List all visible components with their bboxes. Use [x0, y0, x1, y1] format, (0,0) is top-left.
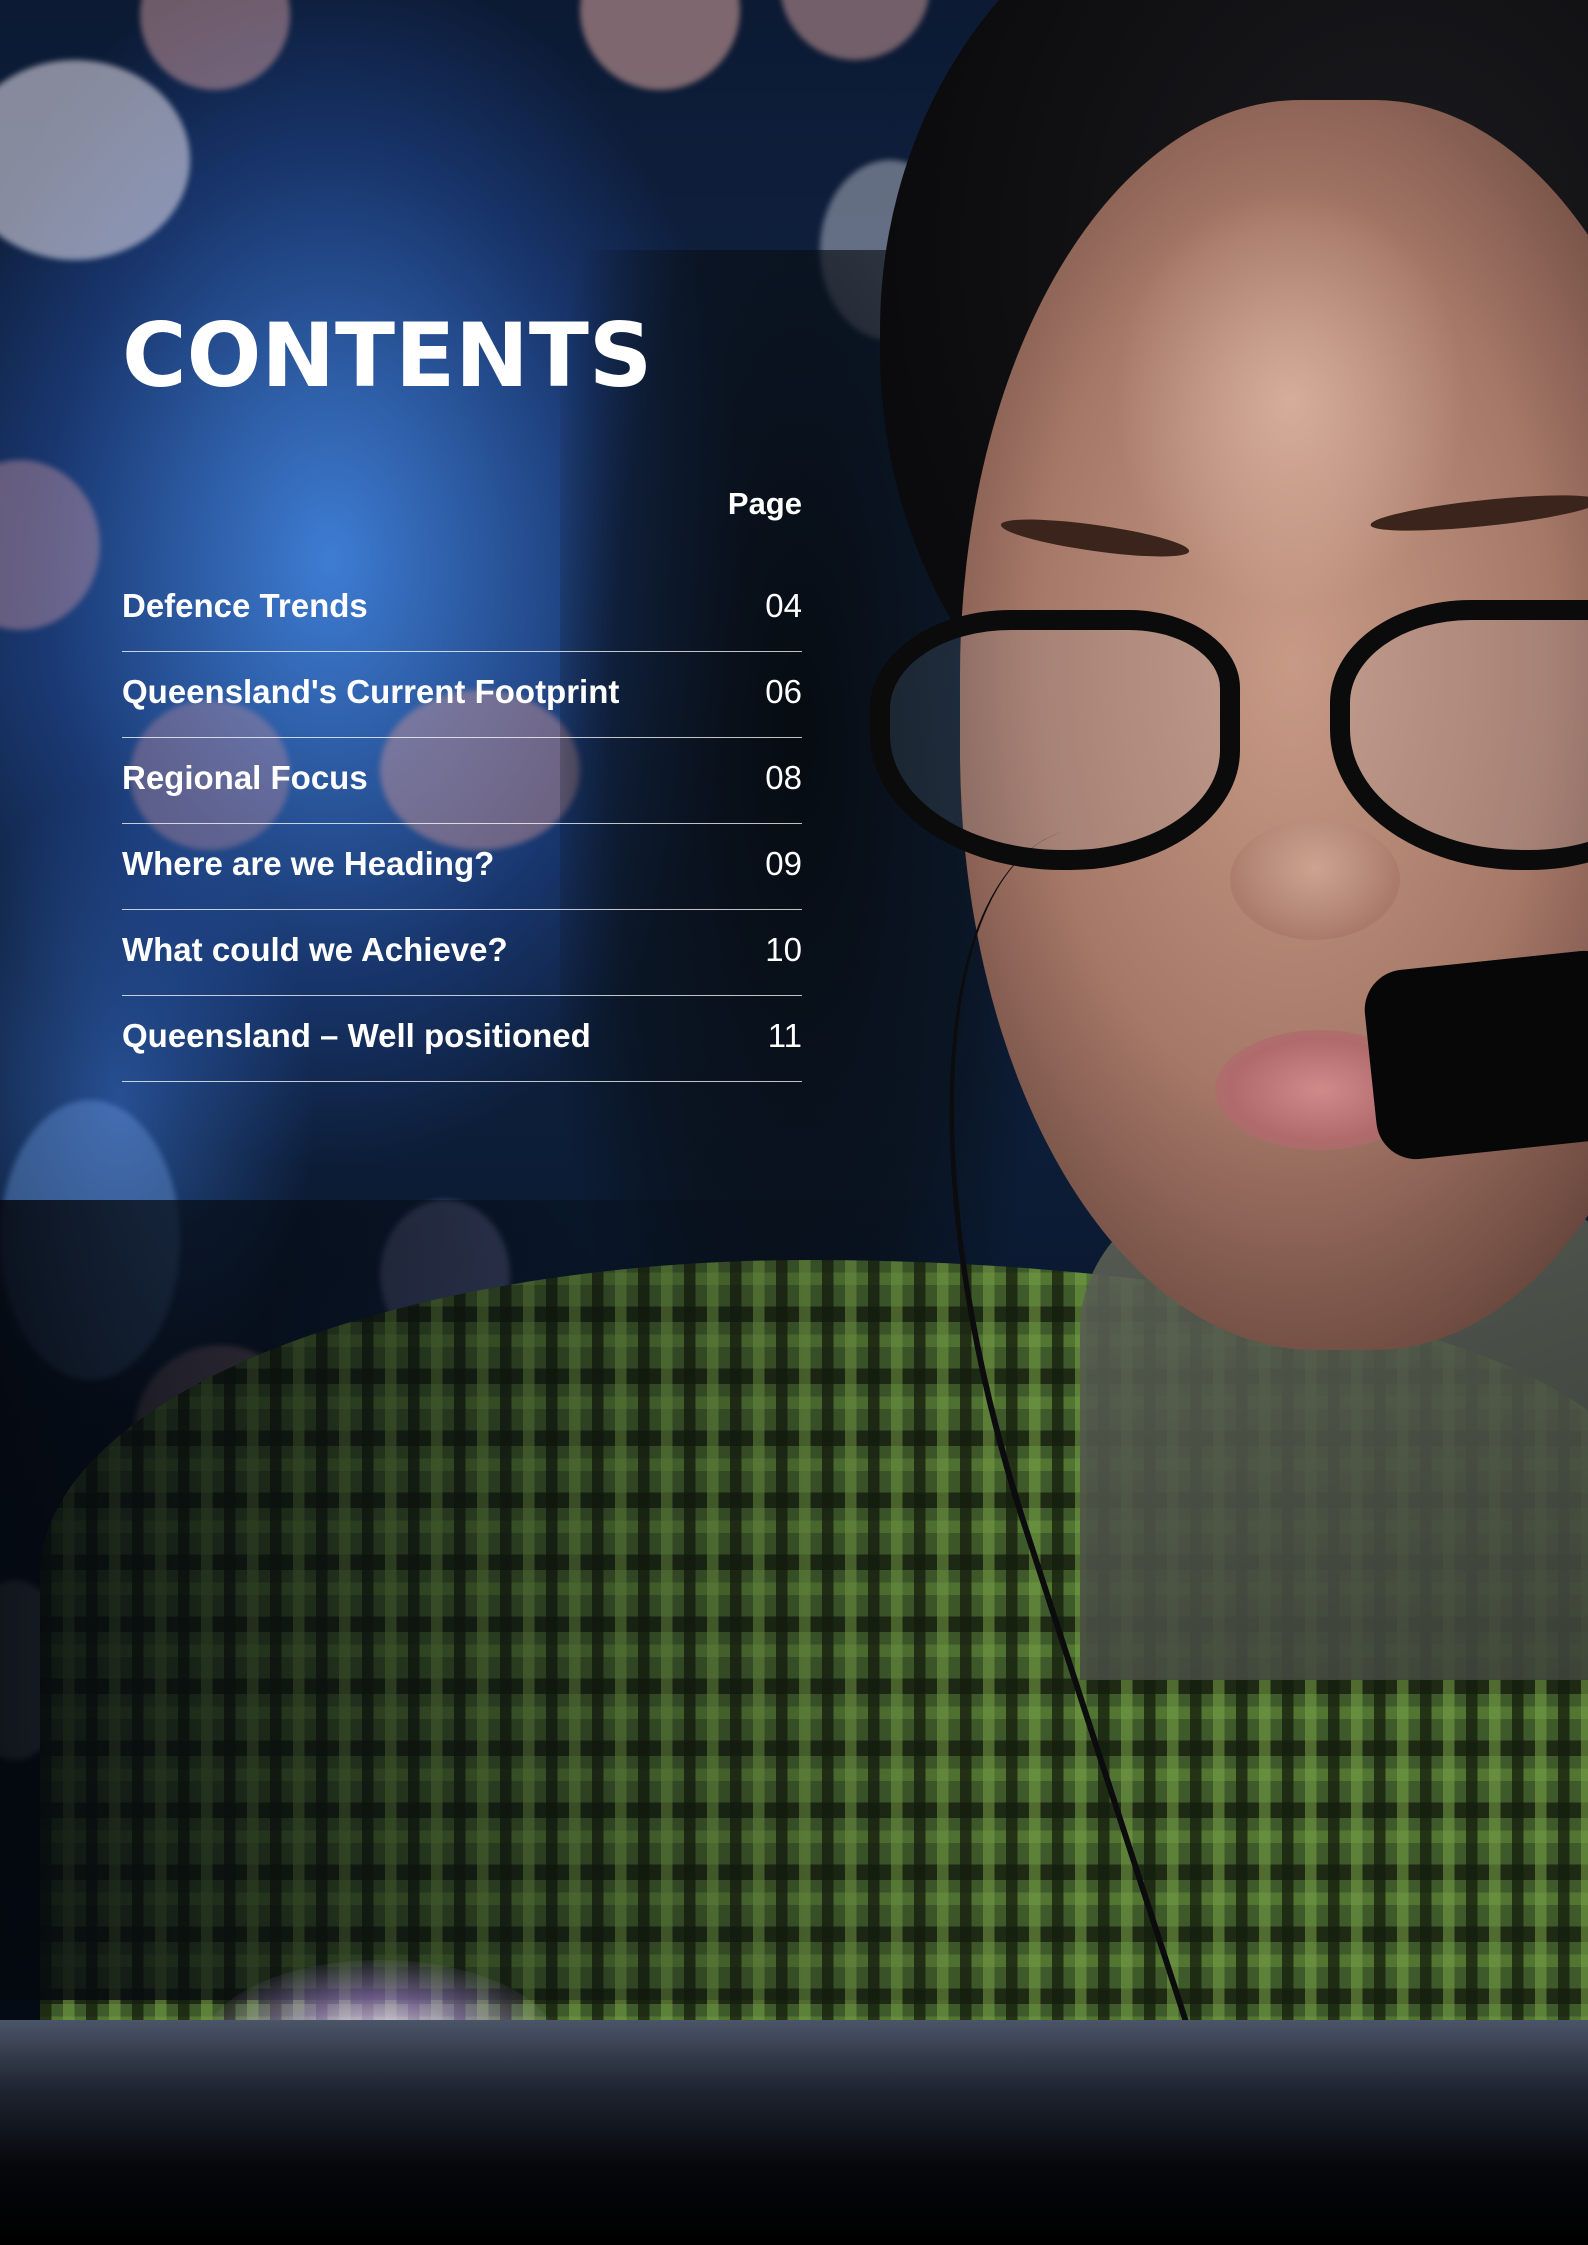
toc-entry-title: Queensland – Well positioned — [122, 1017, 591, 1054]
contents-title: CONTENTS — [122, 304, 653, 407]
table-of-contents: Defence Trends 04 Queensland's Current F… — [122, 567, 802, 1083]
toc-entry-page: 06 — [765, 673, 802, 710]
toc-entry-page: 11 — [767, 1017, 802, 1054]
toc-entry-title: Where are we Heading? — [122, 845, 495, 882]
toc-entry-page: 08 — [765, 759, 802, 796]
toc-entry-title: Defence Trends — [122, 587, 368, 624]
toc-entry-page: 10 — [765, 931, 802, 968]
headset-microphone — [1360, 946, 1588, 1164]
foreground-monitor — [0, 2020, 1588, 2245]
toc-entry-title: What could we Achieve? — [122, 931, 508, 968]
toc-entry-title: Queensland's Current Footprint — [122, 673, 620, 710]
toc-entry-what-achieve[interactable]: What could we Achieve? 10 — [122, 911, 802, 996]
toc-entry-page: 09 — [765, 845, 802, 882]
toc-entry-well-positioned[interactable]: Queensland – Well positioned 11 — [122, 997, 802, 1082]
toc-entry-current-footprint[interactable]: Queensland's Current Footprint 06 — [122, 653, 802, 738]
toc-entry-page: 04 — [765, 587, 802, 624]
page-column-heading: Page — [727, 486, 802, 521]
toc-entry-where-heading[interactable]: Where are we Heading? 09 — [122, 825, 802, 910]
toc-entry-title: Regional Focus — [122, 759, 368, 796]
toc-entry-defence-trends[interactable]: Defence Trends 04 — [122, 567, 802, 652]
toc-entry-regional-focus[interactable]: Regional Focus 08 — [122, 739, 802, 824]
